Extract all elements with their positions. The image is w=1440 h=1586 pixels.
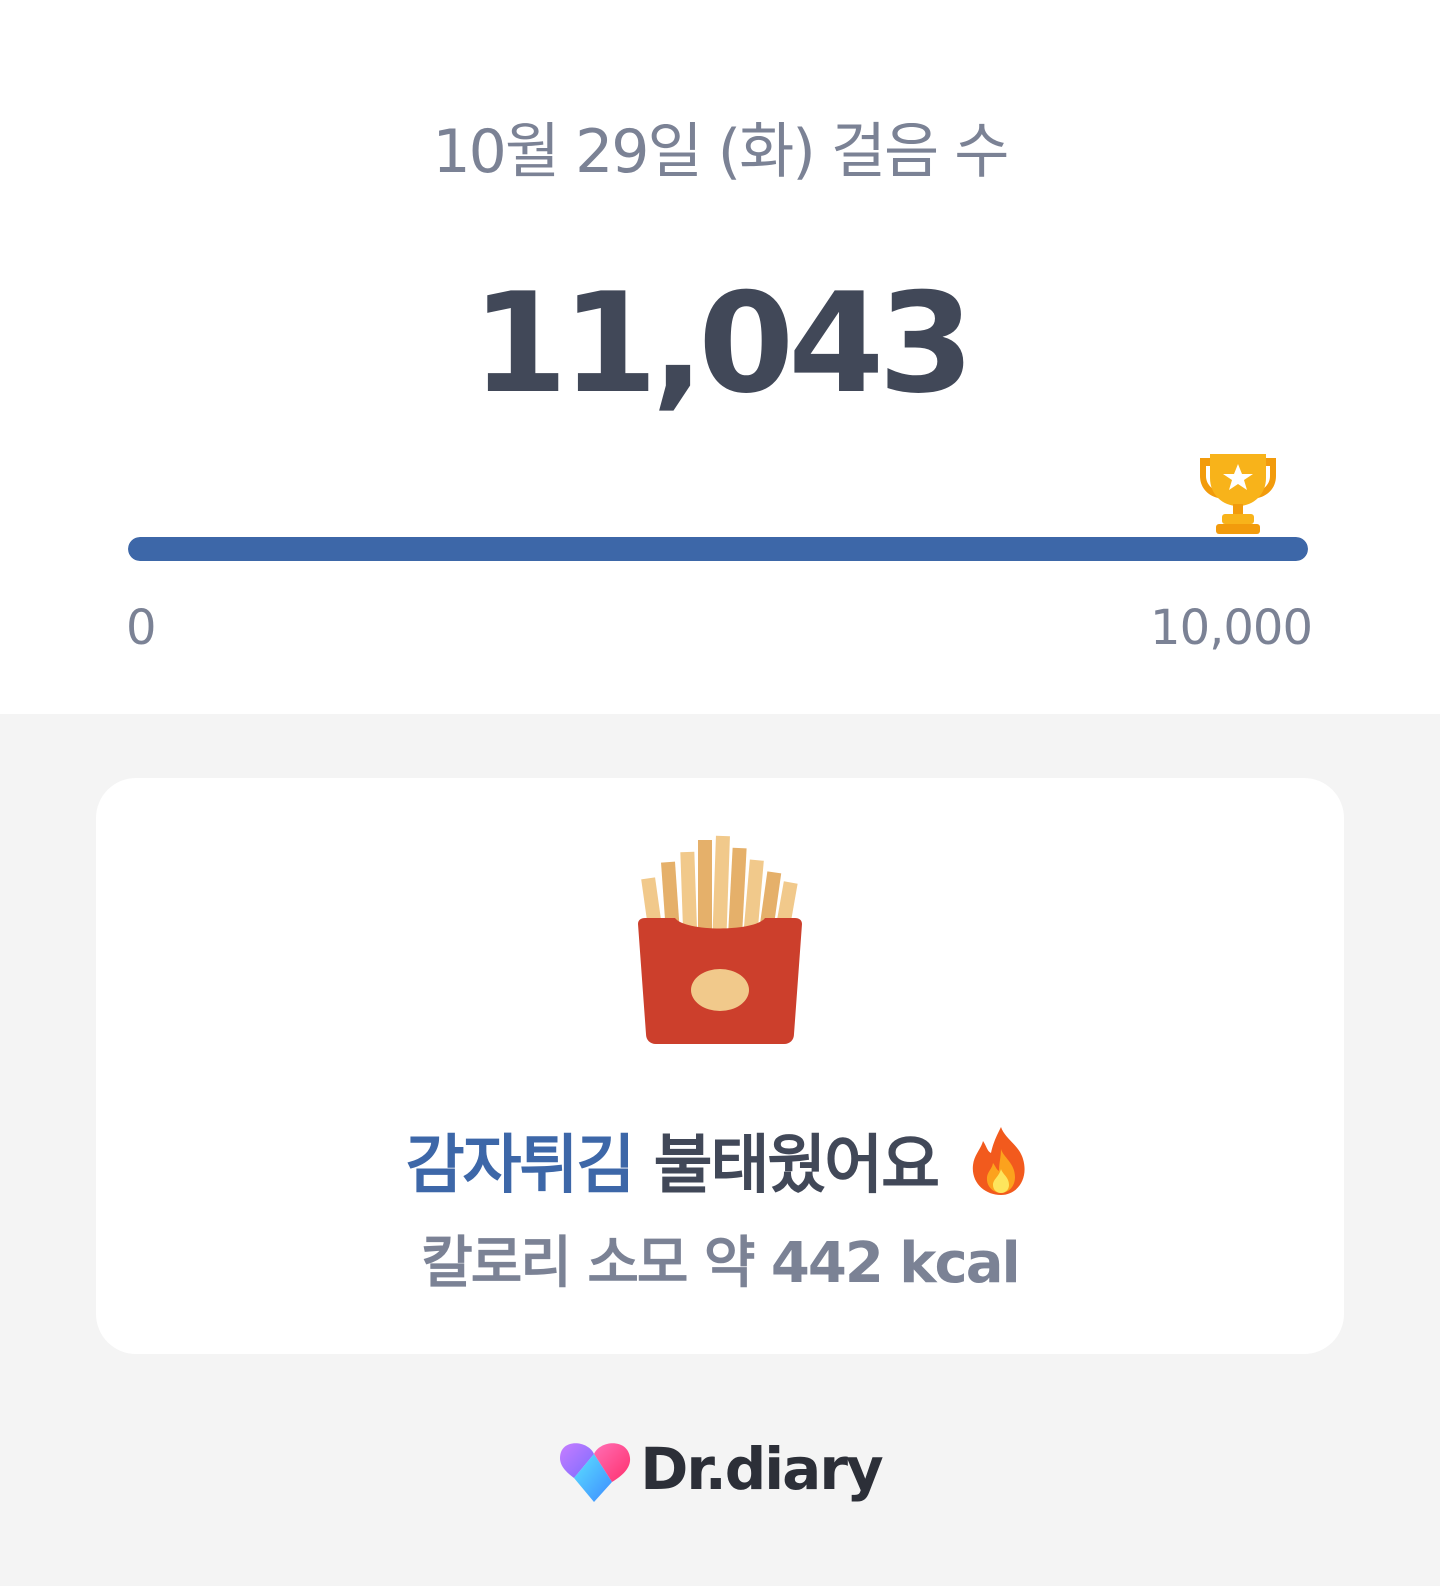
- progress-max-label: 10,000: [1150, 600, 1313, 656]
- step-count: 11,043: [471, 263, 975, 424]
- burned-message: 감자튀김 불태웠어요: [96, 1124, 1344, 1208]
- food-name: 감자튀김: [405, 1129, 636, 1203]
- date-title: 10월 29일 (화) 걸음 수: [432, 117, 1009, 187]
- step-progress-fill: [128, 537, 1308, 561]
- brand-logo: Dr.diary: [0, 1434, 1440, 1510]
- step-progress-bar: [128, 537, 1308, 561]
- steps-summary: 10월 29일 (화) 걸음 수 11,043 0 10,000: [0, 0, 1440, 714]
- progress-min-label: 0: [126, 600, 157, 656]
- heart-logo-icon: [560, 1443, 631, 1502]
- calorie-text: 칼로리 소모 약 442 kcal: [421, 1231, 1020, 1296]
- trophy-icon: [1200, 454, 1276, 534]
- burned-text: 불태웠어요: [653, 1129, 940, 1203]
- fire-icon: [973, 1127, 1025, 1195]
- logo-text: Dr.diary: [640, 1435, 883, 1503]
- calorie-card: 감자튀김 불태웠어요 칼로리 소모 약 442 kcal: [96, 778, 1344, 1354]
- french-fries-icon: [638, 835, 802, 1044]
